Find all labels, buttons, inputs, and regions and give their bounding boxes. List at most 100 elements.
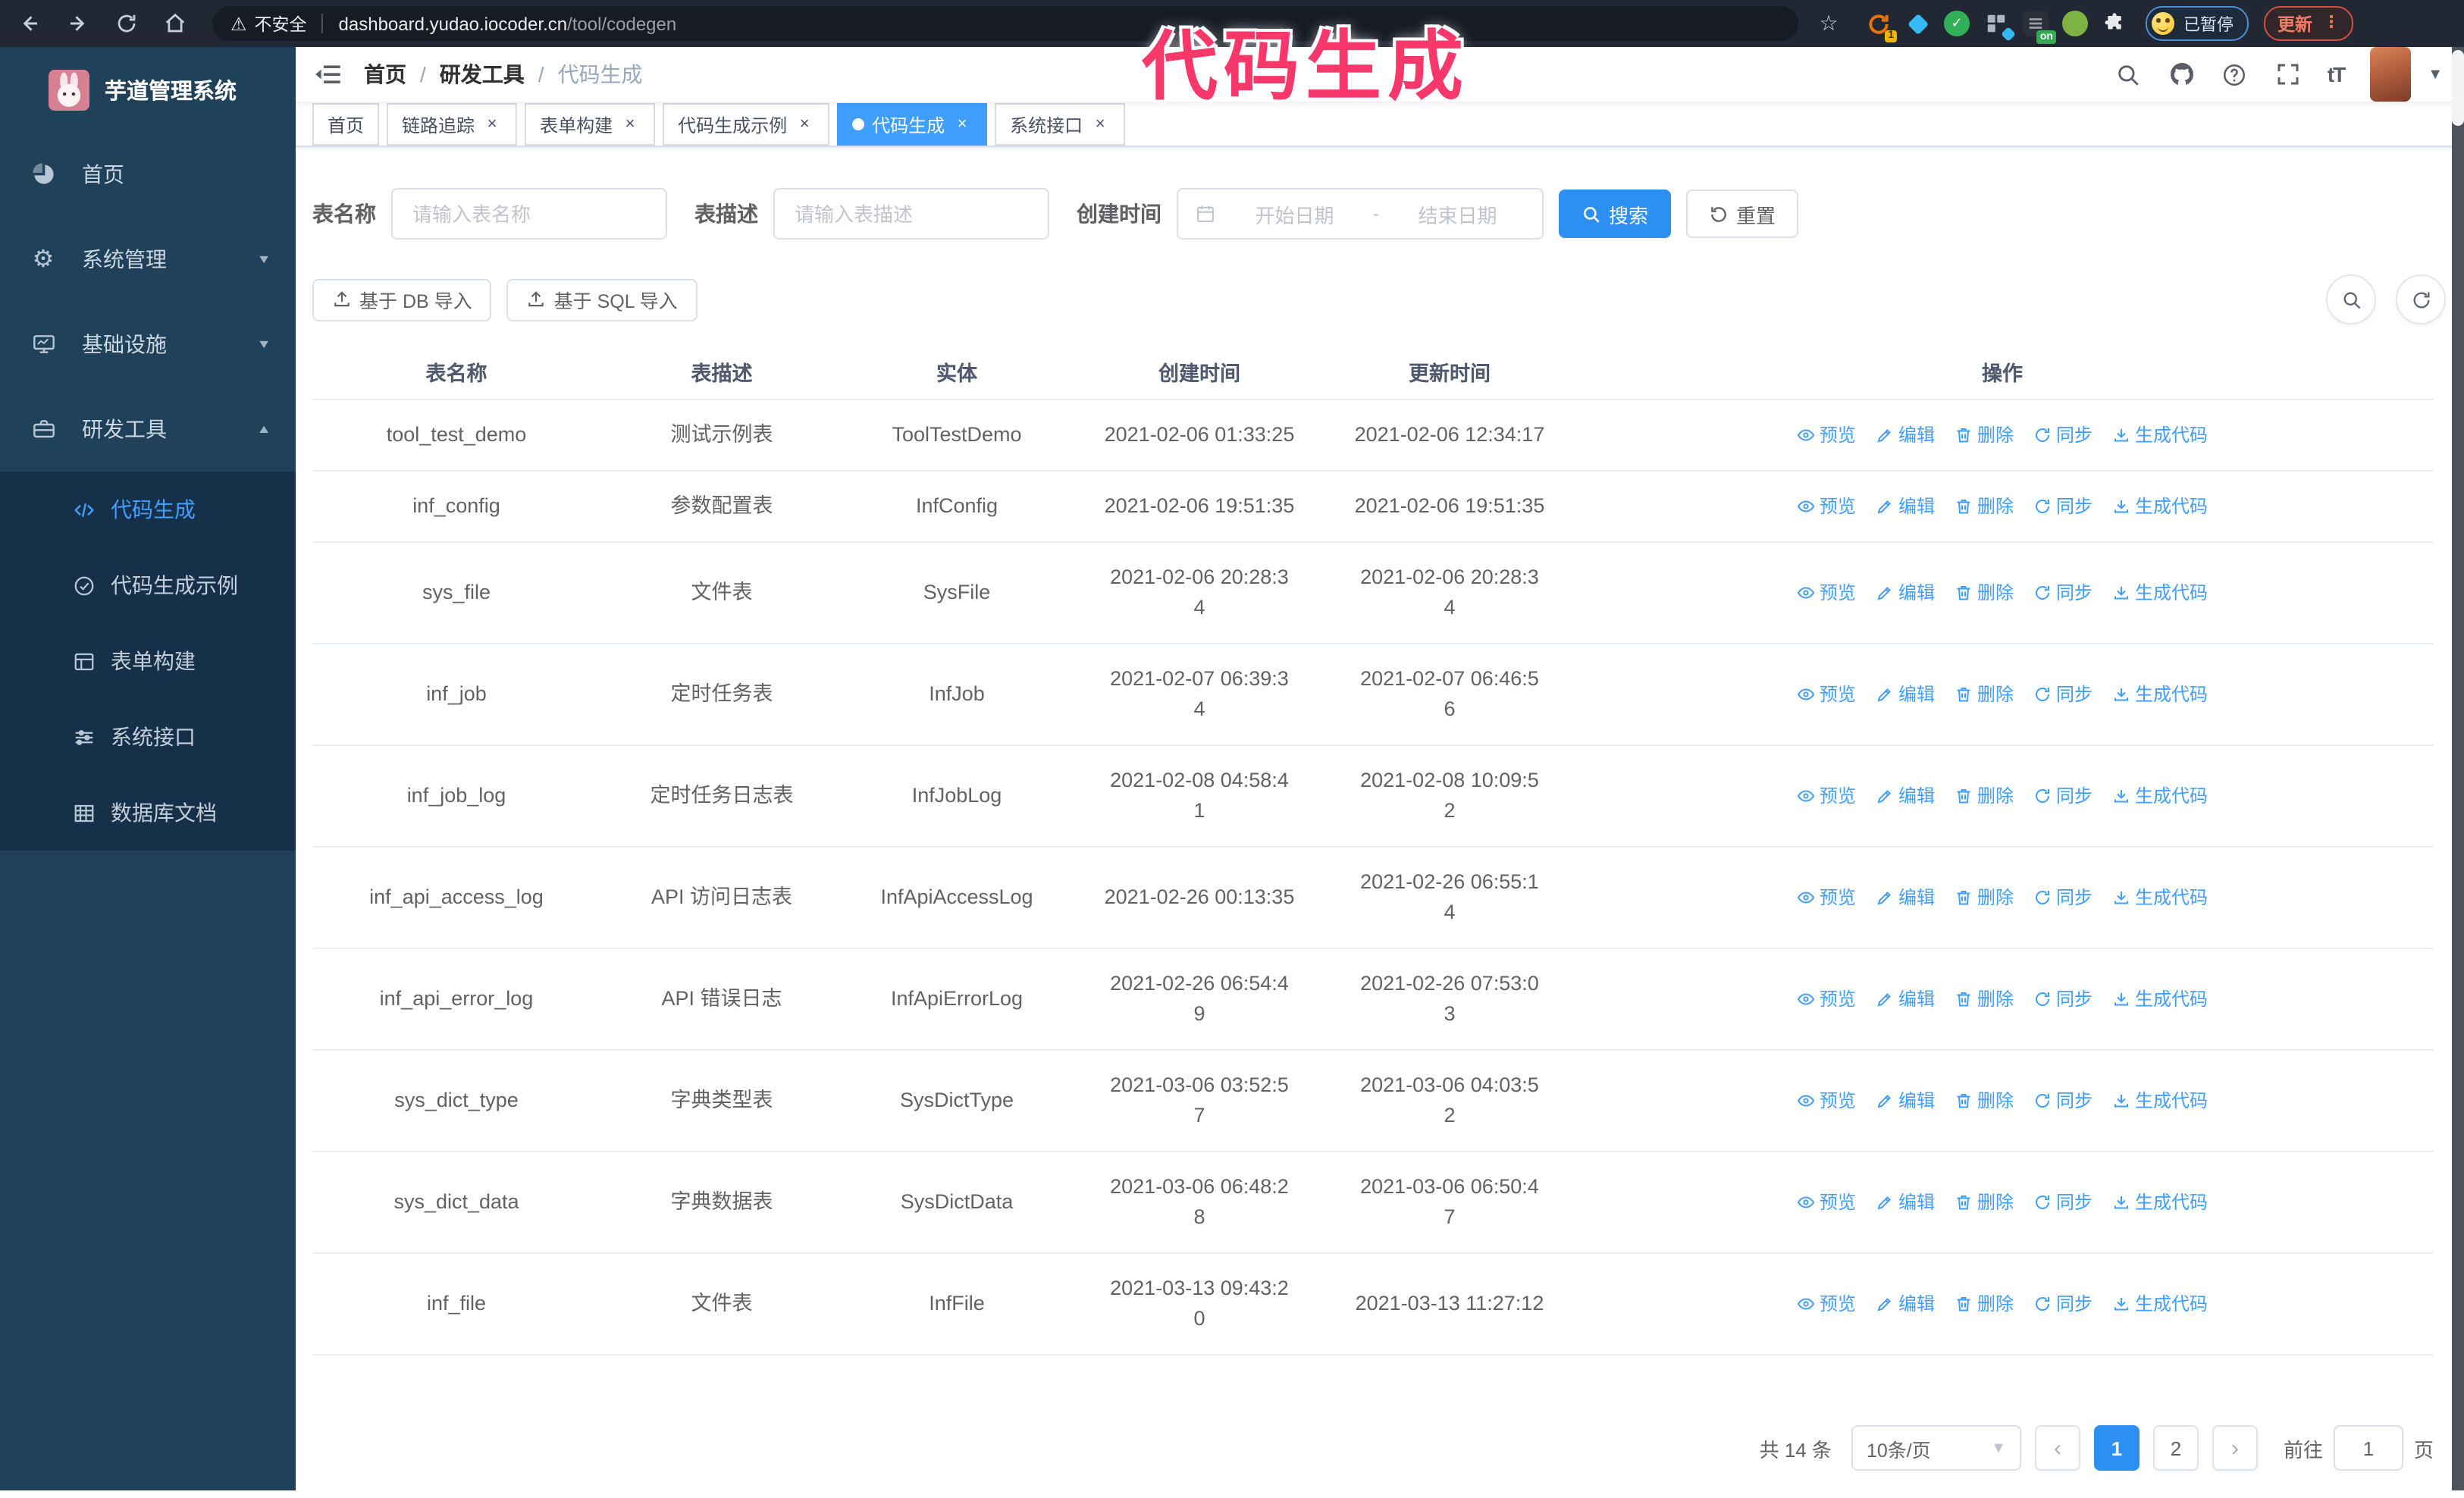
sidebar-item-infra[interactable]: 基础设施 ▼	[0, 302, 296, 387]
page-number-button[interactable]: 2	[2152, 1425, 2199, 1471]
ext-check-icon[interactable]: ✓	[1944, 11, 1970, 36]
delete-link[interactable]: 删除	[1955, 1187, 2014, 1218]
sync-link[interactable]: 同步	[2033, 781, 2093, 811]
user-avatar[interactable]	[2370, 47, 2412, 102]
page-size-select[interactable]: 10条/页 ▼	[1851, 1425, 2021, 1471]
sync-link[interactable]: 同步	[2033, 1289, 2093, 1319]
edit-link[interactable]: 编辑	[1876, 1187, 1935, 1218]
sync-link[interactable]: 同步	[2033, 491, 2093, 522]
preview-link[interactable]: 预览	[1797, 882, 1856, 913]
reset-button[interactable]: 重置	[1686, 190, 1799, 238]
ext-gem-icon[interactable]	[1904, 11, 1930, 36]
sidebar-item-devtools[interactable]: 研发工具 ▲	[0, 387, 296, 472]
preview-link[interactable]: 预览	[1797, 420, 1856, 450]
tag-item[interactable]: 链路追踪	[387, 103, 518, 146]
delete-link[interactable]: 删除	[1955, 1289, 2014, 1319]
ext-green-icon[interactable]	[2062, 11, 2088, 36]
sidebar-item-codegen[interactable]: 代码生成	[0, 472, 296, 547]
sidebar-item-system[interactable]: ⚙ 系统管理 ▼	[0, 217, 296, 302]
sidebar-logo[interactable]: 芋道管理系统	[0, 47, 296, 132]
security-chip[interactable]: ⚠ 不安全	[230, 11, 307, 36]
preview-link[interactable]: 预览	[1797, 984, 1856, 1014]
sidebar-collapse-icon[interactable]	[312, 59, 343, 89]
preview-link[interactable]: 预览	[1797, 1187, 1856, 1218]
edit-link[interactable]: 编辑	[1876, 1289, 1935, 1319]
delete-link[interactable]: 删除	[1955, 420, 2014, 450]
ext-adblock-icon[interactable]: 1	[1865, 11, 1897, 42]
breadcrumb-item-devtools[interactable]: 研发工具	[440, 59, 525, 89]
sync-link[interactable]: 同步	[2033, 1086, 2093, 1116]
sync-link[interactable]: 同步	[2033, 679, 2093, 710]
generate-code-link[interactable]: 生成代码	[2112, 491, 2208, 522]
edit-link[interactable]: 编辑	[1876, 1086, 1935, 1116]
ext-grid-icon[interactable]	[1983, 11, 2016, 42]
sidebar-item-db-doc[interactable]: 数据库文档	[0, 775, 296, 851]
edit-link[interactable]: 编辑	[1876, 491, 1935, 522]
edit-link[interactable]: 编辑	[1876, 781, 1935, 811]
page-number-button[interactable]: 1	[2093, 1425, 2140, 1471]
chrome-update-button[interactable]: 更新 ⋮	[2264, 6, 2353, 41]
sync-link[interactable]: 同步	[2033, 882, 2093, 913]
table-desc-input[interactable]	[792, 201, 1031, 227]
generate-code-link[interactable]: 生成代码	[2112, 984, 2208, 1014]
browser-forward-icon[interactable]	[58, 4, 97, 43]
generate-code-link[interactable]: 生成代码	[2112, 1187, 2208, 1218]
close-icon[interactable]	[1090, 114, 1110, 134]
goto-page-input[interactable]	[2333, 1425, 2403, 1471]
delete-link[interactable]: 删除	[1955, 882, 2014, 913]
delete-link[interactable]: 删除	[1955, 984, 2014, 1014]
delete-link[interactable]: 删除	[1955, 1086, 2014, 1116]
help-icon[interactable]	[2221, 61, 2249, 88]
generate-code-link[interactable]: 生成代码	[2112, 1289, 2208, 1319]
edit-link[interactable]: 编辑	[1876, 679, 1935, 710]
generate-code-link[interactable]: 生成代码	[2112, 679, 2208, 710]
edit-link[interactable]: 编辑	[1876, 882, 1935, 913]
caret-down-icon[interactable]: ▼	[2428, 66, 2443, 83]
browser-back-icon[interactable]	[9, 4, 49, 43]
delete-link[interactable]: 删除	[1955, 491, 2014, 522]
next-page-button[interactable]: ›	[2212, 1425, 2258, 1471]
github-icon[interactable]	[2168, 61, 2196, 88]
ext-tabs-icon[interactable]: on	[2023, 11, 2056, 44]
generate-code-link[interactable]: 生成代码	[2112, 781, 2208, 811]
date-range-picker[interactable]: 开始日期 - 结束日期	[1177, 188, 1544, 240]
generate-code-link[interactable]: 生成代码	[2112, 882, 2208, 913]
sync-link[interactable]: 同步	[2033, 984, 2093, 1014]
delete-link[interactable]: 删除	[1955, 679, 2014, 710]
generate-code-link[interactable]: 生成代码	[2112, 420, 2208, 450]
tag-item[interactable]: 表单构建	[525, 103, 656, 146]
breadcrumb-item-home[interactable]: 首页	[364, 59, 406, 89]
preview-link[interactable]: 预览	[1797, 1289, 1856, 1319]
profile-paused-chip[interactable]: 已暂停	[2146, 6, 2249, 41]
delete-link[interactable]: 删除	[1955, 781, 2014, 811]
preview-link[interactable]: 预览	[1797, 578, 1856, 608]
page-scrollbar[interactable]	[2452, 47, 2464, 1490]
tag-item[interactable]: 代码生成	[837, 103, 988, 146]
sync-link[interactable]: 同步	[2033, 578, 2093, 608]
prev-page-button[interactable]: ‹	[2034, 1425, 2080, 1471]
tag-item[interactable]: 代码生成示例	[663, 103, 830, 146]
delete-link[interactable]: 删除	[1955, 578, 2014, 608]
import-db-button[interactable]: 基于 DB 导入	[312, 278, 492, 321]
sidebar-item-home[interactable]: 首页	[0, 132, 296, 217]
edit-link[interactable]: 编辑	[1876, 984, 1935, 1014]
search-button[interactable]: 搜索	[1559, 190, 1672, 238]
kebab-menu-icon[interactable]: ⋮	[2323, 14, 2340, 32]
puzzle-icon[interactable]	[2102, 11, 2127, 36]
close-icon[interactable]	[795, 114, 814, 134]
sidebar-item-system-api[interactable]: 系统接口	[0, 699, 296, 775]
sync-link[interactable]: 同步	[2033, 420, 2093, 450]
sync-link[interactable]: 同步	[2033, 1187, 2093, 1218]
preview-link[interactable]: 预览	[1797, 781, 1856, 811]
tag-item[interactable]: 系统接口	[995, 103, 1126, 146]
toggle-search-button[interactable]	[2326, 274, 2376, 324]
scrollbar-thumb[interactable]	[2452, 50, 2464, 126]
close-icon[interactable]	[620, 114, 640, 134]
close-icon[interactable]	[952, 114, 972, 134]
preview-link[interactable]: 预览	[1797, 1086, 1856, 1116]
table-name-input[interactable]	[409, 201, 649, 227]
refresh-table-button[interactable]	[2396, 274, 2446, 324]
close-icon[interactable]	[482, 114, 502, 134]
edit-link[interactable]: 编辑	[1876, 578, 1935, 608]
tag-item[interactable]: 首页	[312, 103, 380, 146]
